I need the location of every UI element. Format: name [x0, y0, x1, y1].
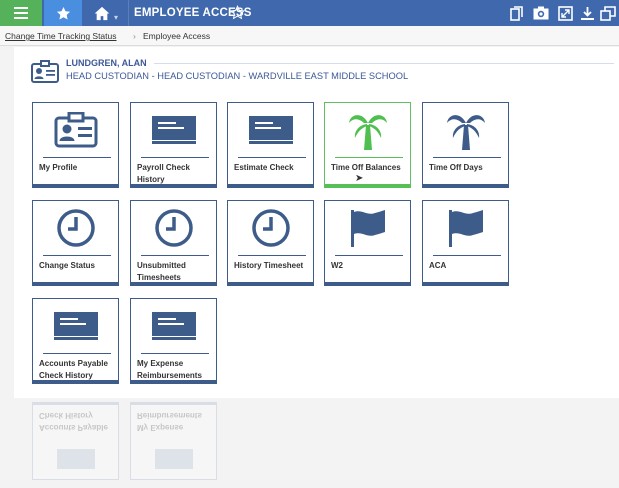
tile-label: History Timesheet	[234, 261, 304, 270]
download-button[interactable]	[578, 4, 596, 22]
new-window-icon	[600, 5, 616, 21]
copy-icon	[509, 5, 523, 21]
star-icon	[56, 6, 70, 19]
flag-icon	[448, 209, 483, 247]
tile-change-status[interactable]: Change Status	[32, 200, 119, 286]
tile-time-off-days[interactable]: Time Off Days	[422, 102, 509, 188]
reflected-tile: My Expense Reimbursements	[130, 402, 217, 480]
breadcrumb: Change Time Tracking Status › Employee A…	[0, 26, 619, 46]
tile-label: Accounts Payable Check History	[39, 359, 108, 380]
tile-reflection: Accounts Payable Check History My Expens…	[32, 402, 232, 488]
mouse-cursor-icon: ➤	[355, 173, 364, 184]
tile-label: My Profile	[39, 163, 78, 172]
tile-label: Estimate Check	[234, 163, 294, 172]
header-divider	[154, 63, 614, 64]
check-icon	[53, 311, 98, 340]
employee-id-icon	[31, 60, 59, 83]
check-icon	[248, 115, 293, 144]
chevron-down-icon[interactable]: ▾	[114, 13, 118, 22]
reflected-label: Accounts Payable Check History	[39, 411, 108, 432]
tile-history-timesheet[interactable]: History Timesheet	[227, 200, 314, 286]
employee-position: HEAD CUSTODIAN - HEAD CUSTODIAN - WARDVI…	[66, 71, 409, 81]
tile-label: Unsubmitted Timesheets	[137, 261, 186, 282]
check-icon	[151, 311, 196, 340]
tile-accounts-payable-check-history[interactable]: Accounts Payable Check History	[32, 298, 119, 384]
flag-icon	[350, 209, 385, 247]
expand-icon	[557, 5, 573, 21]
menu-button[interactable]	[0, 0, 42, 26]
reflected-label: My Expense Reimbursements	[137, 411, 202, 432]
reflected-check-icon	[155, 449, 193, 469]
tile-label: Time Off Days	[429, 163, 483, 172]
tile-label: Time Off Balances	[331, 163, 401, 172]
home-icon	[94, 6, 110, 20]
tile-label: W2	[331, 261, 343, 270]
palm-tree-icon	[446, 114, 485, 150]
tile-my-expense-reimbursements[interactable]: My Expense Reimbursements	[130, 298, 217, 384]
tile-time-off-balances[interactable]: Time Off Balances ➤	[324, 102, 411, 188]
favorites-button[interactable]	[44, 0, 82, 26]
tile-unsubmitted-timesheets[interactable]: Unsubmitted Timesheets	[130, 200, 217, 286]
reflected-tile: Accounts Payable Check History	[32, 402, 119, 480]
toolbar-divider	[128, 0, 129, 26]
breadcrumb-current: Employee Access	[143, 31, 211, 41]
clock-icon	[56, 208, 95, 247]
reflected-check-icon	[57, 449, 95, 469]
clock-icon	[154, 208, 193, 247]
hamburger-icon	[14, 7, 28, 19]
tile-estimate-check[interactable]: Estimate Check	[227, 102, 314, 188]
new-window-button[interactable]	[599, 4, 617, 22]
tile-label: Payroll Check History	[137, 163, 190, 184]
camera-icon	[533, 6, 549, 20]
tile-payroll-check-history[interactable]: Payroll Check History	[130, 102, 217, 188]
home-button[interactable]: ▾	[84, 0, 128, 26]
download-icon	[580, 6, 594, 20]
star-outline-icon[interactable]	[230, 5, 245, 20]
breadcrumb-link[interactable]: Change Time Tracking Status	[5, 31, 117, 41]
tile-w2[interactable]: W2	[324, 200, 411, 286]
tile-my-profile[interactable]: My Profile	[32, 102, 119, 188]
employee-access-panel: LUNDGREN, ALAN HEAD CUSTODIAN - HEAD CUS…	[14, 47, 619, 398]
employee-name: LUNDGREN, ALAN	[66, 58, 147, 68]
breadcrumb-separator: ›	[133, 31, 136, 41]
top-toolbar: ▾ EMPLOYEE ACCESS	[0, 0, 619, 26]
tile-label: Change Status	[39, 261, 96, 270]
copy-button[interactable]	[507, 4, 525, 22]
screenshot-button[interactable]	[532, 4, 550, 22]
tile-label: ACA	[429, 261, 447, 270]
tile-aca[interactable]: ACA	[422, 200, 509, 286]
id-card-icon	[54, 111, 97, 147]
check-icon	[151, 115, 196, 144]
tile-label: My Expense Reimbursements	[137, 359, 202, 380]
clock-icon	[251, 208, 290, 247]
palm-tree-icon	[348, 114, 387, 150]
expand-button[interactable]	[556, 4, 574, 22]
